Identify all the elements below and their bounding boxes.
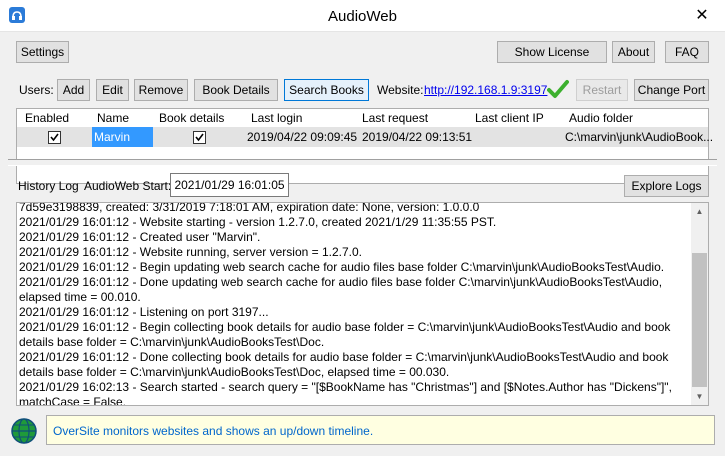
column-header[interactable]: Last login <box>251 111 302 125</box>
scroll-down-icon[interactable]: ▼ <box>691 388 708 405</box>
audio-folder-cell: C:\marvin\junk\AudioBook... <box>565 130 714 144</box>
title-bar: AudioWeb ✕ <box>0 0 725 32</box>
column-header[interactable]: Audio folder <box>569 111 633 125</box>
book-details-button[interactable]: Book Details <box>194 79 278 101</box>
scroll-thumb[interactable] <box>692 253 707 387</box>
audioweb-start-label: AudioWeb Start: <box>84 179 172 193</box>
globe-icon[interactable] <box>11 418 37 444</box>
show-license-button[interactable]: Show License <box>497 41 607 63</box>
faq-button[interactable]: FAQ <box>665 41 709 63</box>
history-log-label: History Log <box>18 179 79 193</box>
users-label: Users: <box>19 83 54 97</box>
checkmark-icon <box>547 79 569 99</box>
log-scrollbar[interactable]: ▲ ▼ <box>691 203 708 405</box>
enabled-checkbox[interactable] <box>48 131 61 144</box>
column-header[interactable]: Enabled <box>25 111 69 125</box>
column-header[interactable]: Last client IP <box>475 111 544 125</box>
column-header[interactable]: Book details <box>159 111 224 125</box>
close-icon: ✕ <box>695 7 709 24</box>
book-details-checkbox[interactable] <box>193 131 206 144</box>
scroll-up-icon[interactable]: ▲ <box>691 203 708 220</box>
edit-user-button[interactable]: Edit <box>96 79 129 101</box>
name-text: Marvin <box>94 130 131 144</box>
add-user-button[interactable]: Add <box>57 79 90 101</box>
column-header[interactable]: Last request <box>362 111 428 125</box>
status-bar: OverSite monitors websites and shows an … <box>8 412 717 448</box>
status-message[interactable]: OverSite monitors websites and shows an … <box>46 415 715 445</box>
website-label: Website: <box>377 83 424 97</box>
last-request-cell: 2019/04/22 09:13:51 <box>362 130 473 144</box>
table-row[interactable]: Marvin 2019/04/22 09:09:45 2019/04/22 09… <box>17 127 713 147</box>
history-log[interactable]: 7d59e3198839, created: 3/31/2019 7:18:01… <box>16 202 709 406</box>
window-title: AudioWeb <box>328 8 397 25</box>
remove-user-button[interactable]: Remove <box>134 79 188 101</box>
last-login-cell: 2019/04/22 09:09:45 <box>247 130 358 144</box>
search-books-button[interactable]: Search Books <box>284 79 369 101</box>
main-panel: Settings Show License About FAQ Users: A… <box>0 32 725 456</box>
close-button[interactable]: ✕ <box>679 0 725 31</box>
users-table[interactable]: Enabled Name Book details Last login Las… <box>16 108 713 184</box>
about-button[interactable]: About <box>612 41 655 63</box>
status-text: OverSite monitors websites and shows an … <box>53 424 374 438</box>
table-header: Enabled Name Book details Last login Las… <box>17 109 708 128</box>
name-cell[interactable]: Marvin <box>92 127 153 147</box>
explore-logs-button[interactable]: Explore Logs <box>624 175 709 197</box>
audioweb-start-field: 2021/01/29 16:01:05 <box>170 173 289 197</box>
column-header[interactable]: Name <box>97 111 129 125</box>
restart-button[interactable]: Restart <box>576 79 628 101</box>
log-text: 7d59e3198839, created: 3/31/2019 7:18:01… <box>19 202 672 406</box>
splitter[interactable] <box>8 159 717 166</box>
website-link[interactable]: http://192.168.1.9:3197 <box>424 83 547 97</box>
change-port-button[interactable]: Change Port <box>634 79 709 101</box>
settings-button[interactable]: Settings <box>16 41 69 63</box>
